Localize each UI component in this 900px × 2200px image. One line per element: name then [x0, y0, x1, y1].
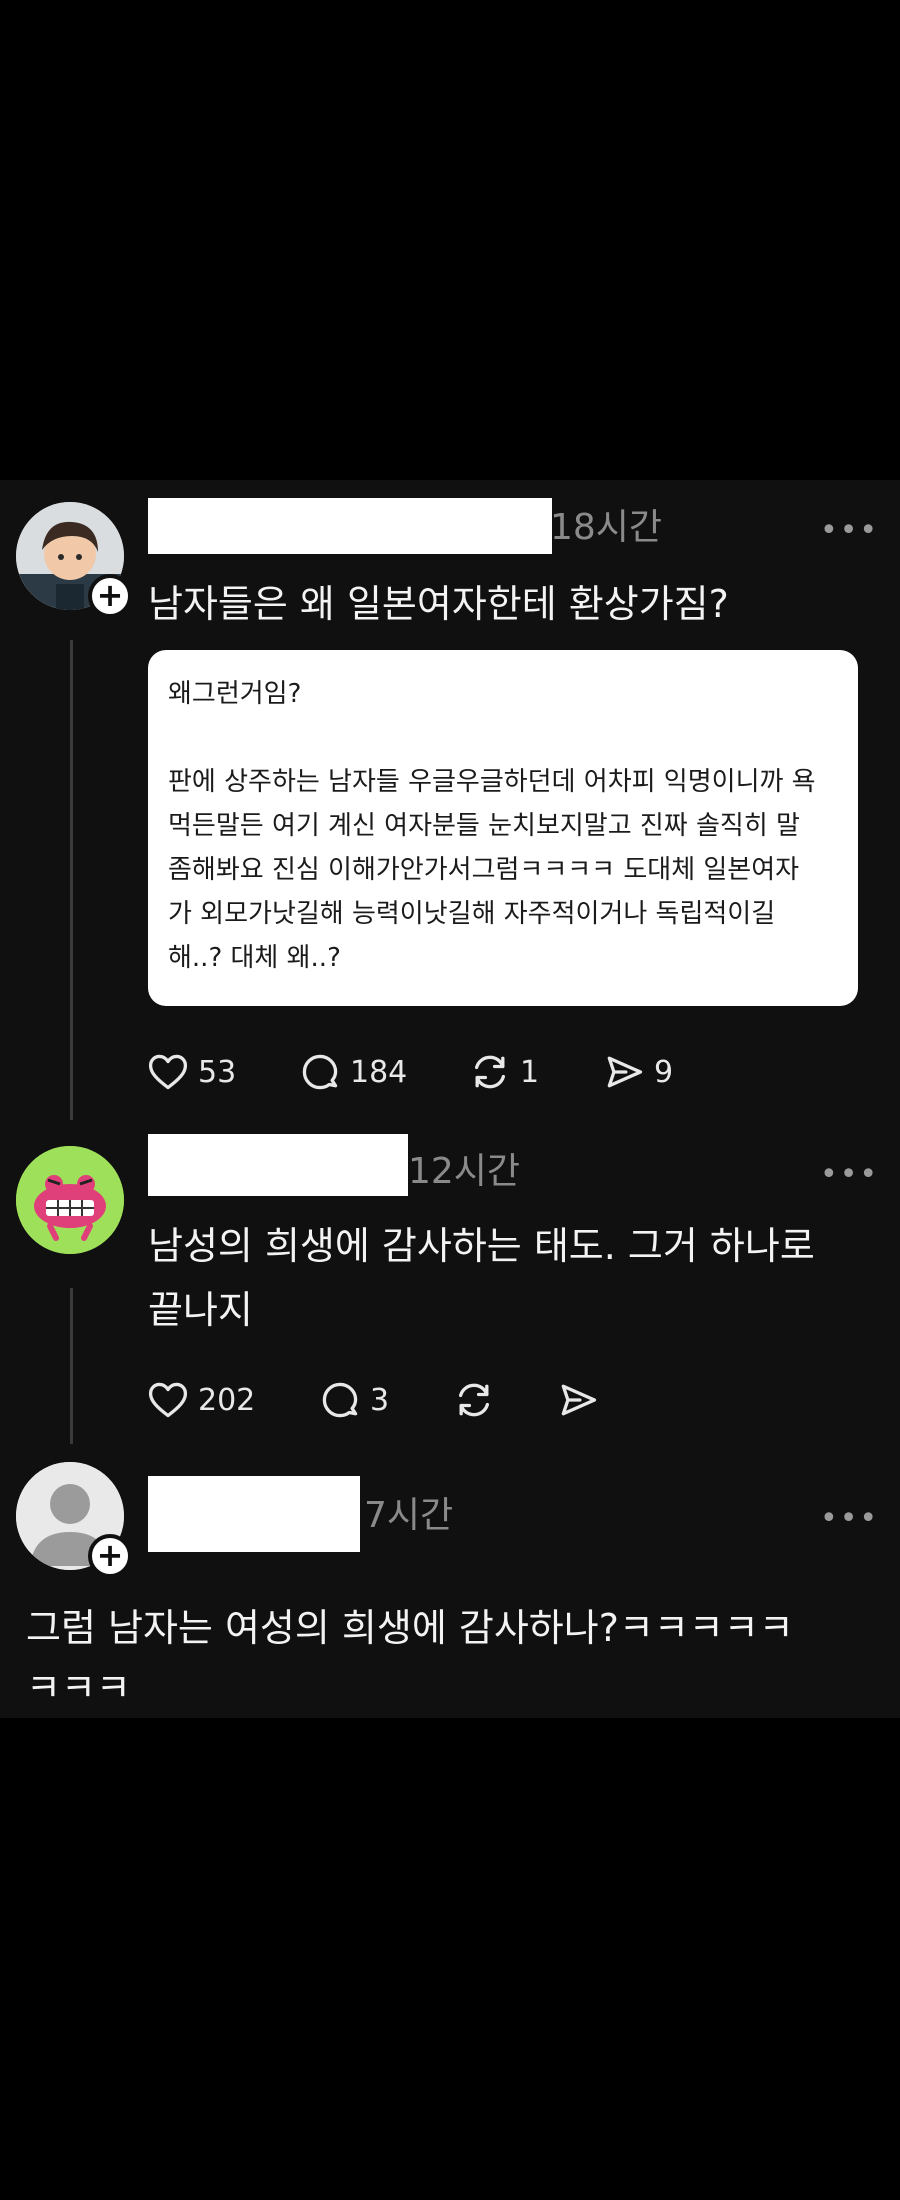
username-redacted-3 [148, 1476, 360, 1552]
share-button-2[interactable] [556, 1378, 600, 1422]
comment-icon [322, 1382, 358, 1418]
reply-count-1: 184 [350, 1054, 408, 1090]
heart-icon [148, 1054, 188, 1090]
follow-plus-icon[interactable]: + [88, 574, 132, 618]
post-text-2-line2: 끝나지 [148, 1288, 253, 1332]
comment-icon [302, 1054, 338, 1090]
post-time-1: 18시간 [550, 507, 663, 548]
heart-icon [148, 1382, 188, 1418]
post-time-2: 12시간 [408, 1151, 521, 1192]
follow-plus-icon[interactable]: + [88, 1534, 132, 1578]
share-count-1: 9 [654, 1054, 674, 1090]
username-redacted-1 [148, 498, 552, 554]
repost-icon [474, 1055, 506, 1089]
quoted-post-body: 판에 상주하는 남자들 우글우글하던데 어차피 익명이니까 욕 먹든말든 여기 … [168, 767, 816, 973]
more-icon[interactable]: ••• [820, 1504, 879, 1534]
post-text-2-line1: 남성의 희생에 감사하는 태도. 그거 하나로 [148, 1224, 815, 1268]
like-button-1[interactable]: 53 [146, 1050, 236, 1094]
reply-button-2[interactable]: 3 [318, 1378, 389, 1422]
repost-count-1: 1 [520, 1054, 540, 1090]
quoted-post[interactable]: 왜그런거임? 판에 상주하는 남자들 우글우글하던데 어차피 익명이니까 욕 먹… [148, 650, 858, 1006]
share-button-1[interactable]: 9 [602, 1050, 673, 1094]
post-text-1: 남자들은 왜 일본여자한테 환상가짐? [148, 582, 729, 626]
username-redacted-2 [148, 1134, 408, 1196]
reply-button-1[interactable]: 184 [298, 1050, 407, 1094]
quoted-post-title: 왜그런거임? [168, 679, 302, 709]
thread-line-1 [70, 640, 73, 1120]
repost-icon [458, 1383, 490, 1417]
share-icon [607, 1056, 643, 1088]
share-icon [561, 1384, 597, 1416]
repost-button-2[interactable] [452, 1378, 496, 1422]
like-button-2[interactable]: 202 [146, 1378, 255, 1422]
post-time-3: 7시간 [364, 1495, 454, 1536]
like-count-1: 53 [198, 1054, 237, 1090]
more-icon[interactable]: ••• [820, 1160, 879, 1190]
avatar-user-2[interactable] [16, 1146, 124, 1254]
post-text-3-line1: 그럼 남자는 여성의 희생에 감사하나?ㅋㅋㅋㅋㅋ [26, 1606, 794, 1650]
post-text-3-line2: ㅋㅋㅋ [26, 1666, 131, 1710]
reply-count-2: 3 [370, 1382, 390, 1418]
thread-line-2 [70, 1288, 73, 1444]
avatar-user-2-art [16, 1146, 124, 1254]
more-icon[interactable]: ••• [820, 516, 879, 546]
repost-button-1[interactable]: 1 [468, 1050, 539, 1094]
like-count-2: 202 [198, 1382, 256, 1418]
